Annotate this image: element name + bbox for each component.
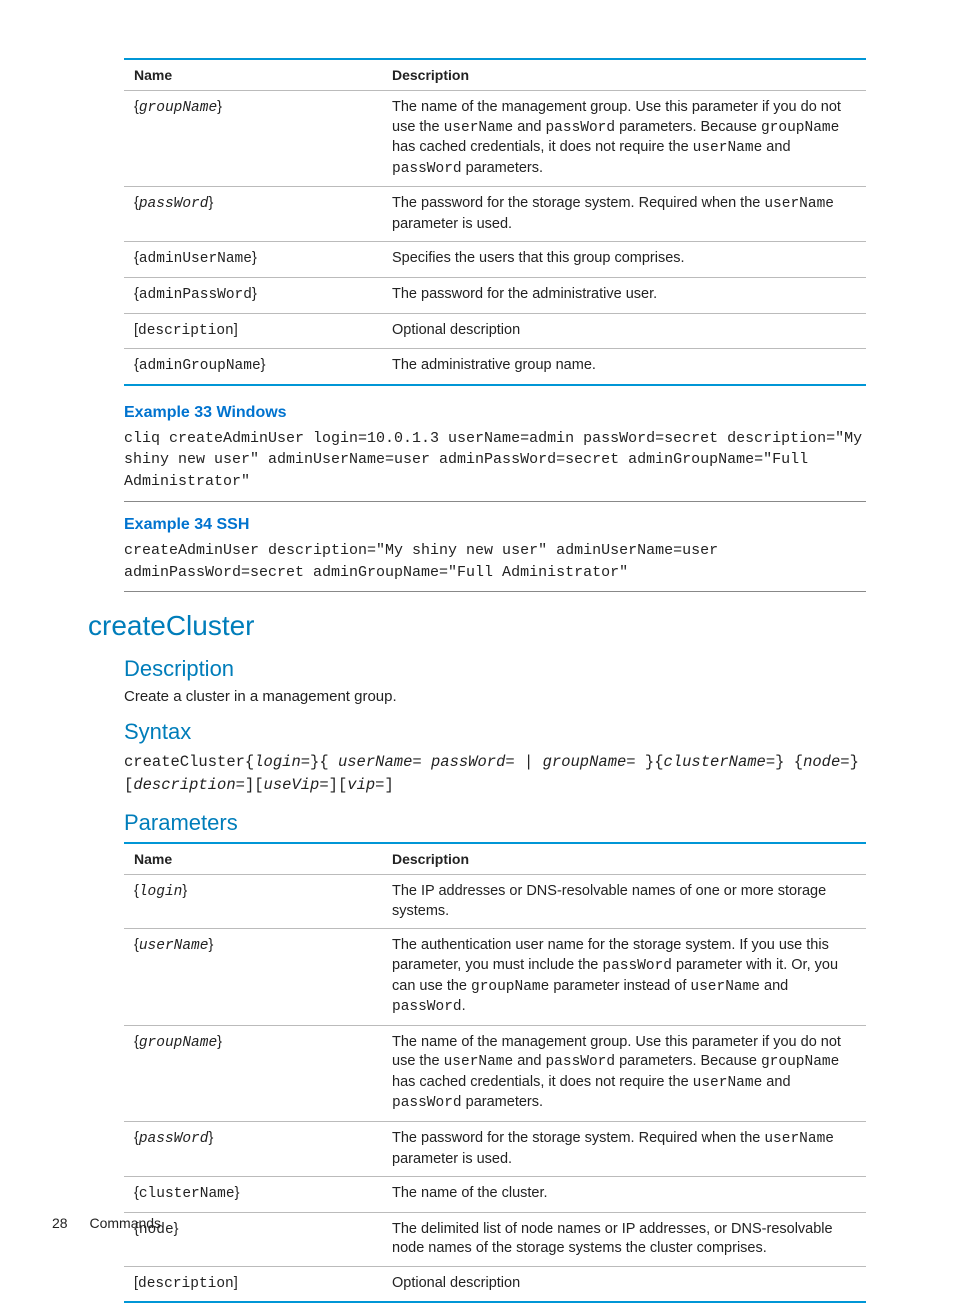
table-row: {login}The IP addresses or DNS-resolvabl… [124, 875, 866, 929]
param-name: {passWord} [124, 187, 382, 242]
table-row: {groupName}The name of the management gr… [124, 1025, 866, 1121]
param-desc: The name of the management group. Use th… [382, 1025, 866, 1121]
col-desc: Description [382, 59, 866, 91]
example-33-heading: Example 33 Windows [124, 404, 866, 422]
table-row: {adminPassWord}The password for the admi… [124, 277, 866, 313]
param-name: {adminGroupName} [124, 349, 382, 385]
param-desc: Optional description [382, 1266, 866, 1302]
table-row: {node}The delimited list of node names o… [124, 1212, 866, 1266]
param-desc: The password for the storage system. Req… [382, 1121, 866, 1176]
example-34-heading: Example 34 SSH [124, 516, 866, 534]
param-name: {userName} [124, 929, 382, 1025]
createcluster-heading: createCluster [88, 610, 866, 642]
param-name: {clusterName} [124, 1177, 382, 1213]
table-row: {adminUserName}Specifies the users that … [124, 242, 866, 278]
parameters-table-1: Name Description {groupName}The name of … [124, 58, 866, 386]
param-desc: The administrative group name. [382, 349, 866, 385]
param-name: [description] [124, 1266, 382, 1302]
param-name: {login} [124, 875, 382, 929]
param-desc: The IP addresses or DNS-resolvable names… [382, 875, 866, 929]
table-row: {passWord}The password for the storage s… [124, 1121, 866, 1176]
param-desc: The delimited list of node names or IP a… [382, 1212, 866, 1266]
parameters-heading: Parameters [124, 810, 866, 836]
table-row: {passWord}The password for the storage s… [124, 187, 866, 242]
param-name: {adminPassWord} [124, 277, 382, 313]
param-desc: The name of the management group. Use th… [382, 91, 866, 187]
param-desc: The name of the cluster. [382, 1177, 866, 1213]
table-row: {groupName}The name of the management gr… [124, 91, 866, 187]
col-name: Name [124, 843, 382, 875]
footer-section: Commands [89, 1215, 161, 1231]
param-desc: Specifies the users that this group comp… [382, 242, 866, 278]
parameters-table-2: Name Description {login}The IP addresses… [124, 842, 866, 1303]
table-row: [description]Optional description [124, 313, 866, 349]
param-name: {adminUserName} [124, 242, 382, 278]
param-name: {groupName} [124, 91, 382, 187]
table-row: {adminGroupName}The administrative group… [124, 349, 866, 385]
table-row: {userName}The authentication user name f… [124, 929, 866, 1025]
page-number: 28 [52, 1215, 68, 1231]
example-34-code: createAdminUser description="My shiny ne… [124, 540, 866, 593]
param-desc: The password for the storage system. Req… [382, 187, 866, 242]
example-33-code: cliq createAdminUser login=10.0.1.3 user… [124, 428, 866, 502]
param-name: {passWord} [124, 1121, 382, 1176]
table-row: [description]Optional description [124, 1266, 866, 1302]
param-desc: The authentication user name for the sto… [382, 929, 866, 1025]
param-desc: The password for the administrative user… [382, 277, 866, 313]
param-name: [description] [124, 313, 382, 349]
description-heading: Description [124, 656, 866, 682]
syntax-block: createCluster{login=}{ userName= passWor… [124, 751, 866, 796]
col-name: Name [124, 59, 382, 91]
param-desc: Optional description [382, 313, 866, 349]
syntax-heading: Syntax [124, 719, 866, 745]
param-name: {groupName} [124, 1025, 382, 1121]
table-row: {clusterName}The name of the cluster. [124, 1177, 866, 1213]
param-name: {node} [124, 1212, 382, 1266]
col-desc: Description [382, 843, 866, 875]
page-footer: 28 Commands [52, 1215, 161, 1231]
description-text: Create a cluster in a management group. [124, 688, 866, 705]
